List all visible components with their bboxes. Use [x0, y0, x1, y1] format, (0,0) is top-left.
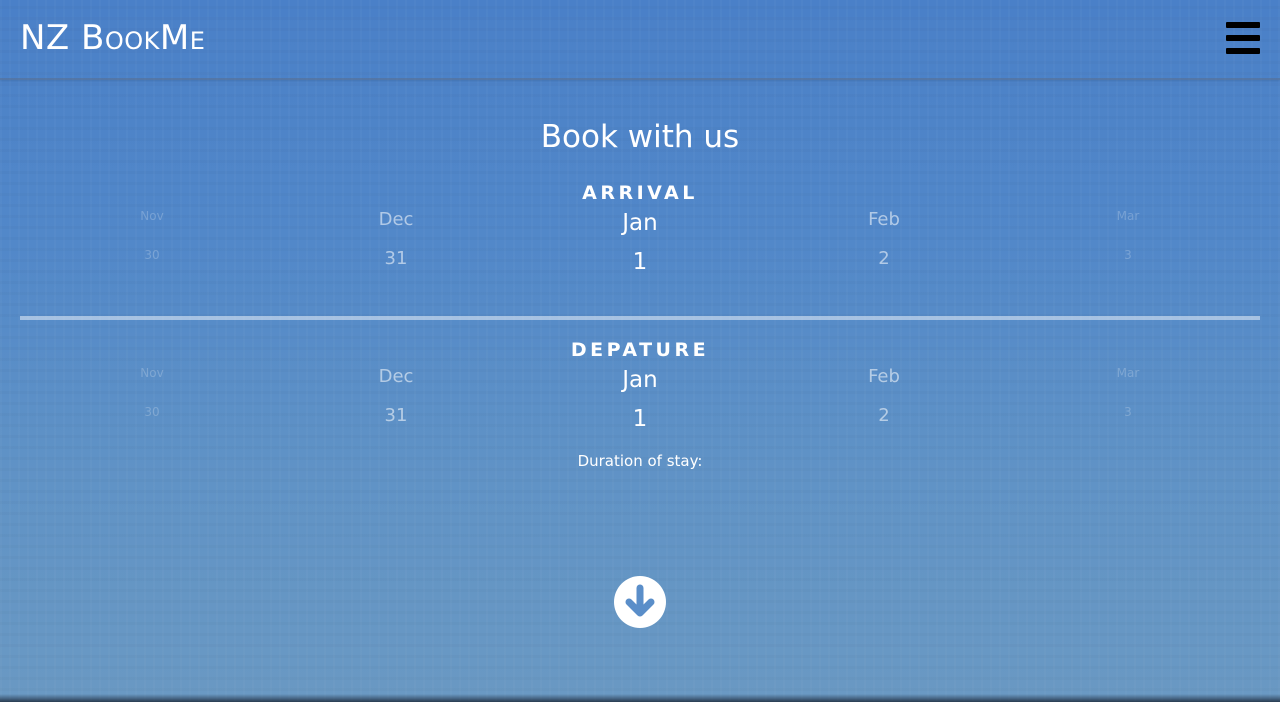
- date-day: 1: [632, 249, 648, 275]
- page-title: Book with us: [540, 119, 740, 155]
- scroll-down-button[interactable]: [614, 576, 666, 628]
- menu-bar: [1226, 48, 1260, 54]
- arrival-date-option[interactable]: Dec 31: [336, 208, 456, 271]
- date-day: 3: [1124, 248, 1132, 262]
- bottom-edge-shadow: [0, 694, 1280, 702]
- section-divider: [20, 316, 1260, 320]
- arrival-date-option[interactable]: Nov 30: [92, 208, 212, 263]
- date-month: Jan: [622, 210, 658, 236]
- date-month: Feb: [868, 366, 900, 387]
- arrival-date-option[interactable]: Feb 2: [824, 208, 944, 271]
- date-month: Nov: [140, 366, 164, 380]
- date-month: Mar: [1116, 209, 1140, 223]
- departure-date-option[interactable]: Mar 3: [1068, 365, 1188, 420]
- date-day: 2: [878, 405, 890, 426]
- date-month: Jan: [622, 367, 658, 393]
- date-day: 30: [144, 405, 160, 419]
- date-day: 31: [384, 248, 408, 269]
- date-month: Nov: [140, 209, 164, 223]
- arrival-date-picker: Nov 30 Dec 31 Jan 1 Feb 2 Mar 3: [30, 208, 1250, 278]
- date-day: 1: [632, 406, 648, 432]
- departure-date-option[interactable]: Feb 2: [824, 365, 944, 428]
- brand-logo[interactable]: NZ BookMe: [20, 16, 205, 60]
- menu-bar: [1226, 22, 1260, 28]
- date-day: 31: [384, 405, 408, 426]
- departure-date-option[interactable]: Dec 31: [336, 365, 456, 428]
- arrow-circle-down-icon: [625, 584, 655, 617]
- menu-bar: [1226, 35, 1260, 41]
- date-day: 3: [1124, 405, 1132, 419]
- departure-date-selected[interactable]: Jan 1: [580, 365, 700, 434]
- date-month: Feb: [868, 209, 900, 230]
- date-day: 30: [144, 248, 160, 262]
- hamburger-menu-icon[interactable]: [1226, 22, 1260, 54]
- date-month: Dec: [378, 366, 414, 387]
- date-month: Dec: [378, 209, 414, 230]
- departure-label: DEPATURE: [570, 339, 710, 361]
- departure-date-option[interactable]: Nov 30: [92, 365, 212, 420]
- date-month: Mar: [1116, 366, 1140, 380]
- arrival-label: ARRIVAL: [582, 182, 698, 204]
- departure-date-picker: Nov 30 Dec 31 Jan 1 Feb 2 Mar 3: [30, 365, 1250, 435]
- arrival-date-selected[interactable]: Jan 1: [580, 208, 700, 277]
- duration-of-stay-label: Duration of stay:: [577, 452, 703, 470]
- date-day: 2: [878, 248, 890, 269]
- top-navbar: NZ BookMe: [0, 0, 1280, 80]
- arrival-date-option[interactable]: Mar 3: [1068, 208, 1188, 263]
